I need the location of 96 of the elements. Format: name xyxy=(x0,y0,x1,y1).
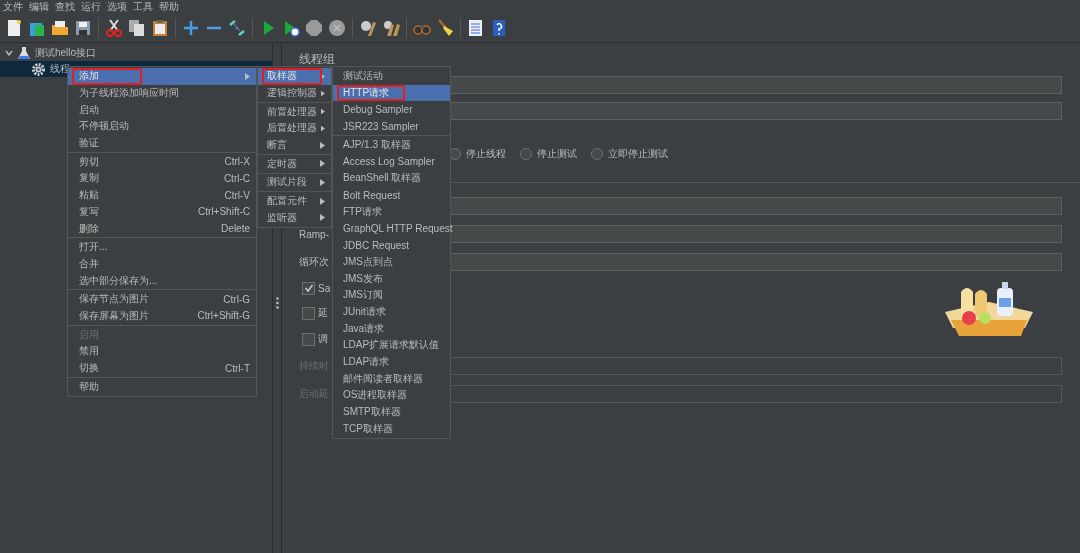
menu-item[interactable]: JDBC Request xyxy=(333,236,450,254)
menu-item[interactable]: HTTP请求 xyxy=(333,84,450,102)
menu-item[interactable]: 监听器 xyxy=(258,209,331,227)
shortcut-label: Ctrl-G xyxy=(223,293,250,305)
check-icon xyxy=(303,283,314,294)
clear-icon[interactable] xyxy=(359,18,377,37)
help-icon[interactable] xyxy=(490,18,508,37)
menu-bar-item[interactable]: 帮助 xyxy=(159,0,179,13)
open-folder-icon[interactable] xyxy=(51,18,69,37)
menu-item[interactable]: Bolt Request xyxy=(333,186,450,204)
list-icon[interactable] xyxy=(467,18,485,37)
menu-item[interactable]: JUnit请求 xyxy=(333,303,450,321)
menu-item[interactable]: LDAP请求 xyxy=(333,353,450,371)
menu-item[interactable]: TCP取样器 xyxy=(333,420,450,438)
wand-icon[interactable] xyxy=(228,18,246,37)
menu-item[interactable]: 测试片段 xyxy=(258,174,331,191)
gear-icon xyxy=(32,62,45,76)
menu-item[interactable]: 配置元件 xyxy=(258,192,331,210)
radio-button[interactable]: 停止测试 xyxy=(520,147,577,161)
menu-item[interactable]: OS进程取样器 xyxy=(333,387,450,404)
menu-bar-item[interactable]: 查找 xyxy=(55,0,75,13)
menu-item[interactable]: 帮助 xyxy=(68,378,256,396)
menu-item[interactable]: 逻辑控制器 xyxy=(258,84,331,102)
broom-icon[interactable] xyxy=(436,18,454,37)
menu-item[interactable]: Debug Sampler xyxy=(333,101,450,119)
copy-icon[interactable] xyxy=(128,18,146,37)
shortcut-label: Ctrl-C xyxy=(223,172,250,184)
field-label: Ramp- xyxy=(299,228,329,240)
shortcut-label: Ctrl+Shift-C xyxy=(198,206,250,218)
menu-item[interactable]: 不停顿启动 xyxy=(68,118,256,135)
menu-item[interactable]: 断言 xyxy=(258,136,331,154)
menu-item[interactable]: 添加 xyxy=(68,68,256,85)
menu-item[interactable]: 删除 Delete xyxy=(68,220,256,237)
menu-item[interactable]: 验证 xyxy=(68,134,256,152)
shutdown-icon[interactable] xyxy=(328,18,346,37)
menu-item[interactable]: 定时器 xyxy=(258,155,331,173)
menu-item[interactable]: BeanShell 取样器 xyxy=(333,170,450,187)
menu-bar-item[interactable]: 选项 xyxy=(107,0,127,13)
menu-item[interactable]: JMS订阅 xyxy=(333,286,450,304)
menu-bar-item[interactable]: 文件 xyxy=(3,0,23,13)
menu-item[interactable]: JMS点到点 xyxy=(333,253,450,271)
menu-item[interactable]: 粘贴 Ctrl-V xyxy=(68,186,256,204)
menu-item[interactable]: 选中部分保存为... xyxy=(68,272,256,289)
radio-button[interactable]: 立即停止测试 xyxy=(591,147,668,161)
checkbox[interactable]: 调 xyxy=(302,332,328,347)
grip-icon[interactable] xyxy=(275,297,279,309)
chevron-icon xyxy=(5,50,13,56)
stop-icon[interactable] xyxy=(305,18,323,37)
menu-bar-item[interactable]: 工具 xyxy=(133,0,153,13)
menu-item[interactable]: Java请求 xyxy=(333,320,450,337)
menu-item[interactable]: JMS发布 xyxy=(333,270,450,287)
menu-item[interactable]: AJP/1.3 取样器 xyxy=(333,136,450,154)
menu-item[interactable]: 打开... xyxy=(68,238,256,256)
menu-item[interactable]: 取样器 xyxy=(258,68,331,85)
new-file-icon[interactable] xyxy=(5,18,23,37)
menu-item[interactable]: 剪切 Ctrl-X xyxy=(68,153,256,171)
plus-icon[interactable] xyxy=(182,18,200,37)
menu-item[interactable]: 邮件阅读者取样器 xyxy=(333,370,450,388)
menu-item[interactable]: JSR223 Sampler xyxy=(333,118,450,135)
menu-item[interactable]: 启动 xyxy=(68,101,256,119)
menu-item[interactable]: 前置处理器 xyxy=(258,103,331,121)
menu-item[interactable]: 禁用 xyxy=(68,343,256,360)
menu-bar-item[interactable]: 运行 xyxy=(81,0,101,13)
menu-item[interactable]: 合并 xyxy=(68,255,256,273)
menu-item[interactable]: 复写 Ctrl+Shift-C xyxy=(68,203,256,221)
menu-item[interactable]: 测试活动 xyxy=(333,68,450,85)
save-icon[interactable] xyxy=(74,18,92,37)
menu-item[interactable]: LDAP扩展请求默认值 xyxy=(333,337,450,354)
play-remote-icon[interactable] xyxy=(282,18,300,37)
shortcut-label: Ctrl+Shift-G xyxy=(197,310,250,322)
paste-icon[interactable] xyxy=(151,18,169,37)
highlight-frame xyxy=(337,84,405,102)
shortcut-label: Delete xyxy=(221,223,250,235)
menu-item[interactable]: 复制 Ctrl-C xyxy=(68,170,256,187)
menu-item[interactable]: 保存节点为图片 Ctrl-G xyxy=(68,290,256,308)
menu-item[interactable]: Access Log Sampler xyxy=(333,153,450,171)
highlight-frame xyxy=(72,68,142,85)
shortcut-label: Ctrl-V xyxy=(224,189,250,201)
panel-title: 线程组 xyxy=(299,51,336,68)
menu-bar-item[interactable]: 编辑 xyxy=(29,0,49,13)
menu-item[interactable]: 切换 Ctrl-T xyxy=(68,359,256,377)
menu-item[interactable]: 为子线程添加响应时间 xyxy=(68,84,256,102)
checkbox[interactable]: 延 xyxy=(302,306,328,321)
checkbox[interactable]: Sa xyxy=(302,281,331,295)
field-label: 循环次 xyxy=(299,255,329,269)
shortcut-label: Ctrl-T xyxy=(225,362,250,374)
tree-item[interactable]: 测试hello接口 xyxy=(0,45,272,61)
flask-icon xyxy=(18,46,30,60)
menu-item[interactable]: 保存屏幕为图片 Ctrl+Shift-G xyxy=(68,307,256,325)
menu-item[interactable]: 后置处理器 xyxy=(258,120,331,137)
menu-item[interactable]: SMTP取样器 xyxy=(333,403,450,421)
highlight-frame xyxy=(262,68,322,85)
menu-item[interactable]: FTP请求 xyxy=(333,203,450,221)
cut-icon[interactable] xyxy=(105,18,123,37)
clear-all-icon[interactable] xyxy=(382,18,400,37)
shortcut-label: Ctrl-X xyxy=(224,156,250,168)
